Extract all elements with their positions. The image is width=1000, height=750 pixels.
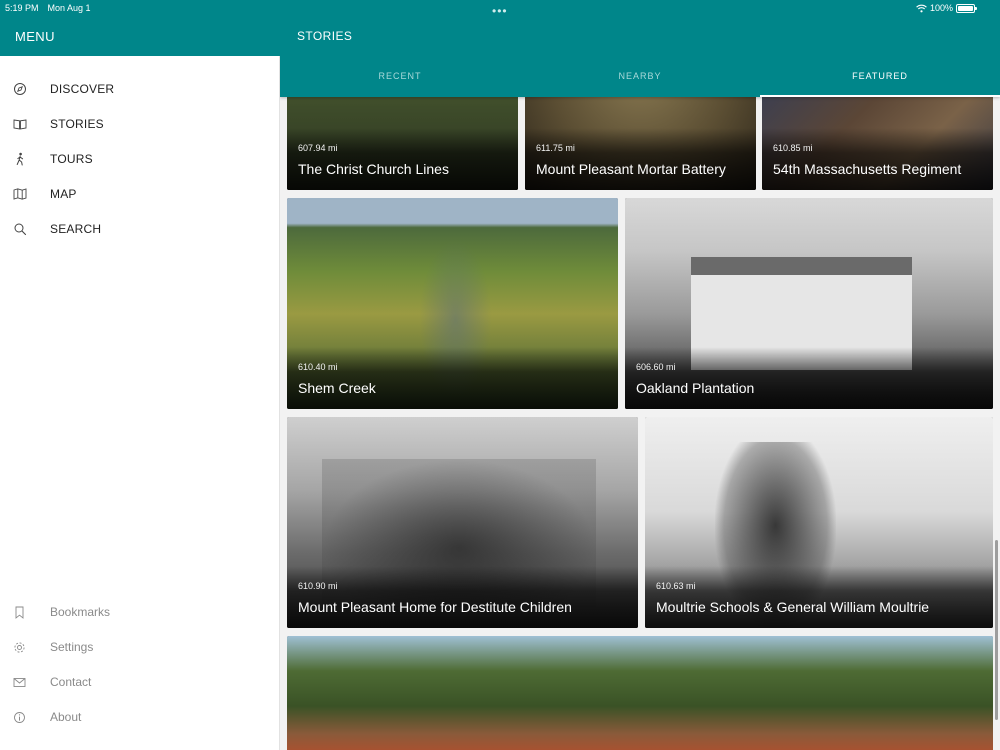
menu-title: MENU: [15, 29, 55, 44]
stories-panel: ••• 100% STORIES RECENT NEARBY FEATURED: [280, 0, 1000, 750]
sidebar-item-label: Settings: [50, 640, 94, 654]
story-distance: 610.40 mi: [298, 362, 338, 372]
sidebar-menu: 5:19 PM Mon Aug 1 MENU DISCOVER STORIES T…: [0, 0, 280, 750]
story-title: 54th Massachusetts Regiment: [773, 161, 962, 177]
battery-icon: [956, 3, 977, 13]
story-card-oakland-plantation[interactable]: 606.60 mi Oakland Plantation: [625, 198, 993, 409]
book-icon: [13, 119, 27, 130]
story-title: Shem Creek: [298, 380, 376, 396]
story-title: Moultrie Schools & General William Moult…: [656, 599, 930, 615]
tab-featured[interactable]: FEATURED: [760, 62, 1000, 97]
walking-person-icon: [16, 152, 24, 166]
status-time: 5:19 PM: [5, 3, 39, 13]
story-title: Mount Pleasant Home for Destitute Childr…: [298, 599, 572, 615]
story-card-shem-creek[interactable]: 610.40 mi Shem Creek: [287, 198, 618, 409]
status-bar-left: 5:19 PM Mon Aug 1: [5, 3, 91, 13]
compass-icon: [14, 83, 26, 95]
bookmark-icon: [15, 606, 24, 619]
sidebar-item-label: Contact: [50, 675, 92, 689]
sidebar-item-label: Bookmarks: [50, 605, 111, 619]
sidebar-item-settings[interactable]: Settings: [0, 633, 280, 663]
sidebar-item-label: About: [50, 710, 82, 724]
story-distance: 607.94 mi: [298, 143, 338, 153]
story-distance: 610.63 mi: [656, 581, 696, 591]
story-distance: 606.60 mi: [636, 362, 676, 372]
app-window: 5:19 PM Mon Aug 1 MENU DISCOVER STORIES T…: [0, 0, 1000, 750]
story-title: Oakland Plantation: [636, 380, 755, 396]
sidebar-item-label: TOURS: [50, 152, 93, 166]
status-date: Mon Aug 1: [47, 3, 91, 13]
sidebar-item-bookmarks[interactable]: Bookmarks: [0, 598, 280, 628]
map-icon: [13, 188, 27, 200]
page-title: STORIES: [297, 29, 353, 43]
scrollbar[interactable]: [995, 540, 998, 720]
sidebar-item-discover[interactable]: DISCOVER: [0, 74, 280, 104]
sidebar-item-search[interactable]: SEARCH: [0, 214, 280, 244]
story-distance: 610.90 mi: [298, 581, 338, 591]
sidebar-item-stories[interactable]: STORIES: [0, 109, 280, 139]
gear-icon: [14, 642, 25, 653]
story-card-partial[interactable]: [287, 636, 993, 750]
info-icon: [14, 712, 25, 723]
sidebar-item-map[interactable]: MAP: [0, 179, 280, 209]
sidebar-item-contact[interactable]: Contact: [0, 668, 280, 698]
story-card-home-destitute-children[interactable]: 610.90 mi Mount Pleasant Home for Destit…: [287, 417, 638, 628]
sidebar-item-label: STORIES: [50, 117, 104, 131]
sidebar-item-about[interactable]: About: [0, 703, 280, 733]
battery-percent: 100%: [929, 3, 953, 13]
sidebar-item-label: MAP: [50, 187, 77, 201]
story-distance: 610.85 mi: [773, 143, 813, 153]
story-distance: 611.75 mi: [536, 143, 575, 153]
status-bar-right: 100%: [916, 3, 977, 13]
multitasking-dots[interactable]: •••: [492, 4, 508, 18]
story-image: [287, 636, 993, 750]
sidebar-item-label: SEARCH: [50, 222, 102, 236]
stories-tabs: RECENT NEARBY FEATURED: [280, 62, 1000, 97]
sidebar-item-tours[interactable]: TOURS: [0, 144, 280, 174]
story-card-moultrie-schools[interactable]: 610.63 mi Moultrie Schools & General Wil…: [645, 417, 993, 628]
search-icon: [14, 223, 27, 236]
tab-recent[interactable]: RECENT: [280, 62, 520, 97]
story-title: The Christ Church Lines: [298, 161, 449, 177]
sidebar-item-label: DISCOVER: [50, 82, 115, 96]
tab-nearby[interactable]: NEARBY: [520, 62, 760, 97]
story-title: Mount Pleasant Mortar Battery: [536, 161, 726, 177]
wifi-icon: [916, 4, 927, 12]
sidebar-header: 5:19 PM Mon Aug 1 MENU: [0, 0, 280, 56]
mail-icon: [13, 678, 26, 687]
stories-header: ••• 100% STORIES RECENT NEARBY FEATURED: [280, 0, 1000, 97]
